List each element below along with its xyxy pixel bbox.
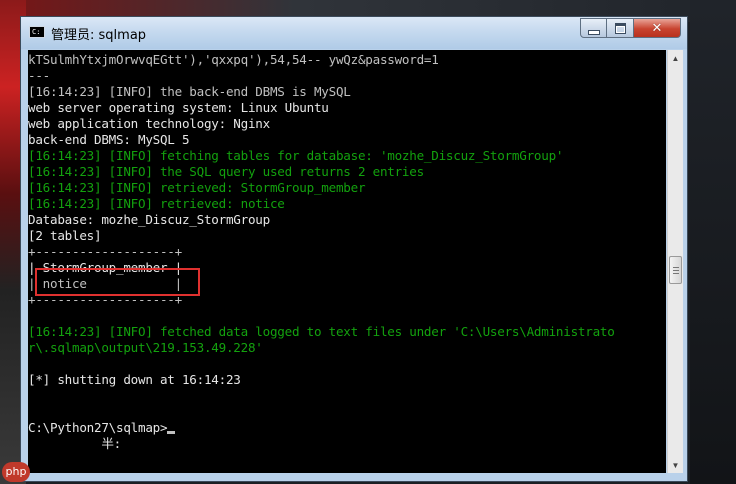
title-bar[interactable]: C: 管理员: sqlmap ✕ (21, 17, 687, 49)
close-button[interactable]: ✕ (634, 18, 681, 38)
table-highlight-box (35, 268, 200, 296)
console-line-text: back-end DBMS: MySQL 5 (28, 132, 190, 147)
console-line-text: kTSulmhYtxjmOrwvqEGtt'),'qxxpq'),54,54--… (28, 52, 439, 67)
console-line: [*] shutting down at 16:14:23 (28, 372, 615, 388)
console-line: kTSulmhYtxjmOrwvqEGtt'),'qxxpq'),54,54--… (28, 52, 615, 68)
console-output[interactable]: kTSulmhYtxjmOrwvqEGtt'),'qxxpq'),54,54--… (28, 50, 666, 473)
console-line: [16:14:23] [INFO] the back-end DBMS is M… (28, 84, 615, 100)
console-line-text: [2 tables] (28, 228, 102, 243)
console-line-text: Database: mozhe_Discuz_StormGroup (28, 212, 270, 227)
console-line: [16:14:23] [INFO] fetched data logged to… (28, 324, 615, 340)
console-line-text: r\.sqlmap\output\219.153.49.228' (28, 340, 263, 355)
console-line: +-------------------+ (28, 244, 615, 260)
console-line-text: [16:14:23] [INFO] the SQL query used ret… (28, 164, 424, 179)
console-line-text: 半: (28, 436, 121, 451)
console-line: [16:14:23] [INFO] retrieved: StormGroup_… (28, 180, 615, 196)
scrollbar-thumb[interactable] (669, 256, 682, 284)
console-line: back-end DBMS: MySQL 5 (28, 132, 615, 148)
console-line-text: [16:14:23] [INFO] fetched data logged to… (28, 324, 615, 339)
arrow-down-icon: ▼ (671, 460, 680, 470)
console-line-text: [16:14:23] [INFO] fetching tables for da… (28, 148, 564, 163)
console-line-text: [*] shutting down at 16:14:23 (28, 372, 241, 387)
console-line-text: web server operating system: Linux Ubunt… (28, 100, 329, 115)
console-line: 半: (28, 436, 615, 452)
grip-line (672, 272, 679, 274)
grip-line (672, 266, 679, 268)
text-cursor (167, 431, 176, 434)
console-line: [16:14:23] [INFO] fetching tables for da… (28, 148, 615, 164)
desktop-background-right (690, 0, 736, 484)
console-line: [2 tables] (28, 228, 615, 244)
console-line: [16:14:23] [INFO] the SQL query used ret… (28, 164, 615, 180)
console-icon[interactable]: C: (29, 26, 45, 38)
window-title: 管理员: sqlmap (51, 28, 147, 43)
console-line-text: C:\Python27\sqlmap> (28, 420, 168, 435)
minimize-icon (587, 29, 600, 35)
maximize-button[interactable] (607, 18, 634, 38)
php-logo-badge: php (2, 462, 30, 482)
scroll-down-button[interactable]: ▼ (668, 457, 683, 473)
console-line: [16:14:23] [INFO] retrieved: notice (28, 196, 615, 212)
minimize-button[interactable] (580, 18, 607, 38)
console-line-text: [16:14:23] [INFO] retrieved: StormGroup_… (28, 180, 366, 195)
console-lines: kTSulmhYtxjmOrwvqEGtt'),'qxxpq'),54,54--… (28, 52, 615, 452)
console-window: C: 管理员: sqlmap ✕ kTSulmhYtxjmOrwvqEGtt')… (20, 16, 688, 482)
scroll-up-button[interactable]: ▲ (668, 50, 683, 66)
console-line: C:\Python27\sqlmap> (28, 420, 615, 436)
grip-line (672, 269, 679, 271)
console-line: web application technology: Nginx (28, 116, 615, 132)
console-line-text: --- (28, 68, 50, 83)
console-line-text: [16:14:23] [INFO] the back-end DBMS is M… (28, 84, 351, 99)
vertical-scrollbar[interactable]: ▲ ▼ (667, 50, 683, 473)
console-line: Database: mozhe_Discuz_StormGroup (28, 212, 615, 228)
close-icon: ✕ (651, 20, 663, 36)
console-line-text: web application technology: Nginx (28, 116, 270, 131)
console-line-text: [16:14:23] [INFO] retrieved: notice (28, 196, 285, 211)
console-line: r\.sqlmap\output\219.153.49.228' (28, 340, 615, 356)
console-line: --- (28, 68, 615, 84)
arrow-up-icon: ▲ (671, 53, 680, 63)
console-line: web server operating system: Linux Ubunt… (28, 100, 615, 116)
console-line-text: +-------------------+ (28, 244, 182, 259)
maximize-icon (614, 22, 626, 34)
